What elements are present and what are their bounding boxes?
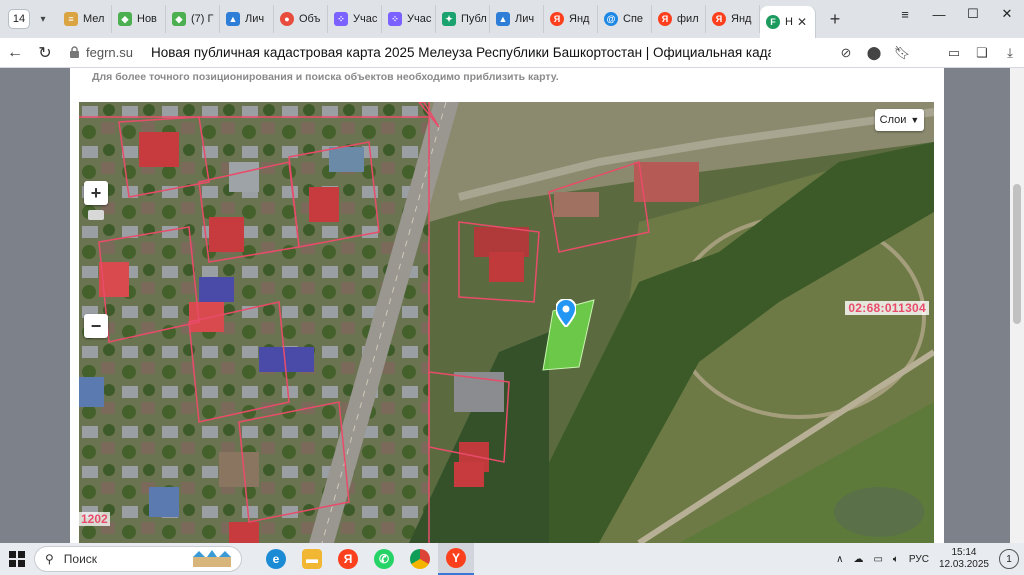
tab[interactable]: Яфил	[652, 5, 706, 33]
close-tab-icon[interactable]: ✕	[797, 15, 807, 29]
page-title[interactable]: Новая публичная кадастровая карта 2025 М…	[151, 45, 771, 60]
clock-date: 12.03.2025	[938, 559, 989, 570]
location-icon[interactable]: ⬤	[860, 38, 888, 68]
notification-icon[interactable]: 1	[999, 549, 1019, 569]
fegrn-icon: F	[766, 15, 780, 29]
scrollbar-thumb[interactable]	[1013, 184, 1021, 324]
taskbar: ⚲ Поиск e ▬ Я ✆ Y ∧ ☁ ▭ 🔈︎ РУС 15:14 12.…	[0, 543, 1024, 575]
page-scrollbar[interactable]	[1010, 68, 1024, 543]
page-viewport: Для более точного позиционирования и пои…	[0, 68, 1024, 543]
zoom-notice: Для более точного позиционирования и пои…	[92, 71, 559, 83]
download-icon[interactable]: ⤓	[996, 38, 1024, 68]
yandex-icon: Я	[338, 549, 358, 569]
tab-list: ≡ Мел ◆ Нов ◆ (7) Г ▲ Лич ● Объ ⁘ Учас ⁘ Учас ✦…	[58, 0, 816, 38]
address-actions: ⊘ ⬤ 🔖︎ ▭ ❏ ⤓	[832, 38, 1024, 68]
zoom-in-button[interactable]: +	[84, 181, 108, 205]
tab-active[interactable]: F Н ✕	[760, 6, 816, 38]
cadastre-icon: ◆	[172, 12, 186, 26]
dots-icon: ⁘	[334, 12, 348, 26]
tab[interactable]: @ Спе	[598, 5, 652, 33]
tab-bar: 14 ▾ ≡ Мел ◆ Нов ◆ (7) Г ▲ Лич ● Объ ⁘ Учас ⁘ У…	[0, 0, 1024, 38]
zoom-slider-handle[interactable]	[88, 210, 104, 220]
tab[interactable]: ⁘ Учас	[328, 5, 382, 33]
battery-icon[interactable]: ▭	[940, 38, 968, 68]
dots-icon: ⁘	[388, 12, 402, 26]
system-tray: ∧ ☁ ▭ 🔈︎ РУС 15:14 12.03.2025 1	[831, 543, 1024, 575]
clock-time: 15:14	[951, 547, 977, 558]
tab[interactable]: ▲ Лич	[490, 5, 544, 33]
taskbar-whatsapp[interactable]: ✆	[366, 543, 402, 575]
reload-icon[interactable]: ↻	[30, 38, 60, 68]
tab[interactable]: ◆ (7) Г	[166, 5, 220, 33]
star-icon: ✦	[442, 12, 456, 26]
tab[interactable]: ◆ Нов	[112, 5, 166, 33]
yandex-icon: Я	[550, 12, 564, 26]
taskbar-explorer[interactable]: ▬	[294, 543, 330, 575]
cloud-icon[interactable]: ☁	[853, 554, 863, 565]
taskbar-yandex[interactable]: Я	[330, 543, 366, 575]
tab[interactable]: ⁘ Учас	[382, 5, 436, 33]
gov-icon: ▲	[496, 12, 510, 26]
yandex-icon: Я	[658, 12, 672, 26]
book-icon: ≡	[64, 12, 78, 26]
window-controls: ≡ — ☐ ✕	[888, 0, 1024, 28]
chrome-icon	[410, 549, 430, 569]
language-indicator[interactable]: РУС	[909, 554, 929, 565]
cadastral-map[interactable]: + − Слои ▼ 02:68:011304 1202	[79, 102, 934, 543]
search-highlight-art-icon	[193, 550, 231, 567]
content-area: Для более точного позиционирования и пои…	[70, 68, 944, 543]
network-icon[interactable]: ▭	[873, 554, 882, 565]
layers-button[interactable]: Слои ▼	[875, 109, 924, 131]
yandex-icon: Я	[712, 12, 726, 26]
collections-icon[interactable]: ❏	[968, 38, 996, 68]
satellite-imagery	[79, 102, 934, 543]
tab[interactable]: ✦ Публ	[436, 5, 490, 33]
taskbar-chrome[interactable]	[402, 543, 438, 575]
bookmark-icon[interactable]: 🔖︎	[888, 38, 916, 68]
minimize-icon[interactable]: —	[922, 0, 956, 28]
close-window-icon[interactable]: ✕	[990, 0, 1024, 28]
volume-icon[interactable]: 🔈︎	[893, 554, 899, 565]
whatsapp-icon: ✆	[374, 549, 394, 569]
chevron-down-icon[interactable]: ▾	[34, 9, 52, 29]
chevron-down-icon: ▼	[910, 115, 920, 125]
yandex-browser-icon: Y	[446, 548, 466, 568]
lock-icon[interactable]	[66, 45, 82, 61]
at-icon: @	[604, 12, 618, 26]
tab-counter[interactable]: 14	[8, 9, 30, 29]
cadastral-number-label[interactable]: 02:68:011304	[845, 301, 929, 315]
translate-icon[interactable]: ⊘	[832, 38, 860, 68]
chevron-up-icon[interactable]: ∧	[836, 554, 843, 565]
menu-icon[interactable]: ≡	[888, 0, 922, 28]
taskbar-yandex-browser[interactable]: Y	[438, 543, 474, 575]
taskbar-edge[interactable]: e	[258, 543, 294, 575]
tab[interactable]: ▲ Лич	[220, 5, 274, 33]
taskbar-search[interactable]: ⚲ Поиск	[34, 546, 242, 572]
taskbar-apps: e ▬ Я ✆ Y	[258, 543, 474, 575]
edge-icon: e	[266, 549, 286, 569]
url-text[interactable]: fegrn.su	[86, 45, 133, 60]
folder-icon: ▬	[302, 549, 322, 569]
back-icon[interactable]: ←	[0, 38, 30, 68]
avito-icon: ●	[280, 12, 294, 26]
windows-start-icon[interactable]	[0, 543, 34, 575]
tab[interactable]: ≡ Мел	[58, 5, 112, 33]
search-icon: ⚲	[45, 552, 54, 566]
zoom-out-button[interactable]: −	[84, 314, 108, 338]
tab[interactable]: Я Янд	[544, 5, 598, 33]
cadastral-edge-label[interactable]: 1202	[79, 512, 110, 526]
gov-icon: ▲	[226, 12, 240, 26]
tab[interactable]: Я Янд	[706, 5, 760, 33]
new-tab-button[interactable]: +	[822, 6, 848, 32]
tab[interactable]: ● Объ	[274, 5, 328, 33]
address-bar: ← ↻ fegrn.su Новая публичная кадастровая…	[0, 38, 1024, 68]
cadastre-icon: ◆	[118, 12, 132, 26]
maximize-icon[interactable]: ☐	[956, 0, 990, 28]
clock[interactable]: 15:14 12.03.2025	[939, 547, 989, 571]
